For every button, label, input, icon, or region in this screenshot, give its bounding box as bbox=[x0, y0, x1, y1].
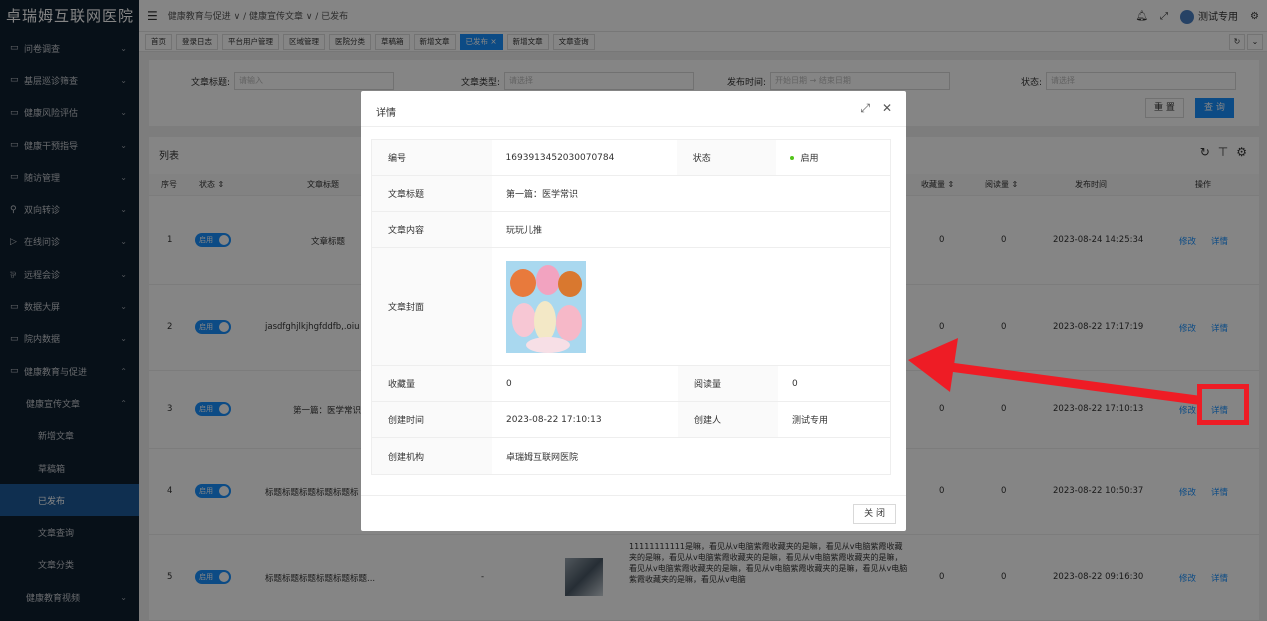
annotation-highlight-box bbox=[1197, 384, 1249, 425]
annotation-arrow-icon bbox=[908, 338, 1202, 405]
